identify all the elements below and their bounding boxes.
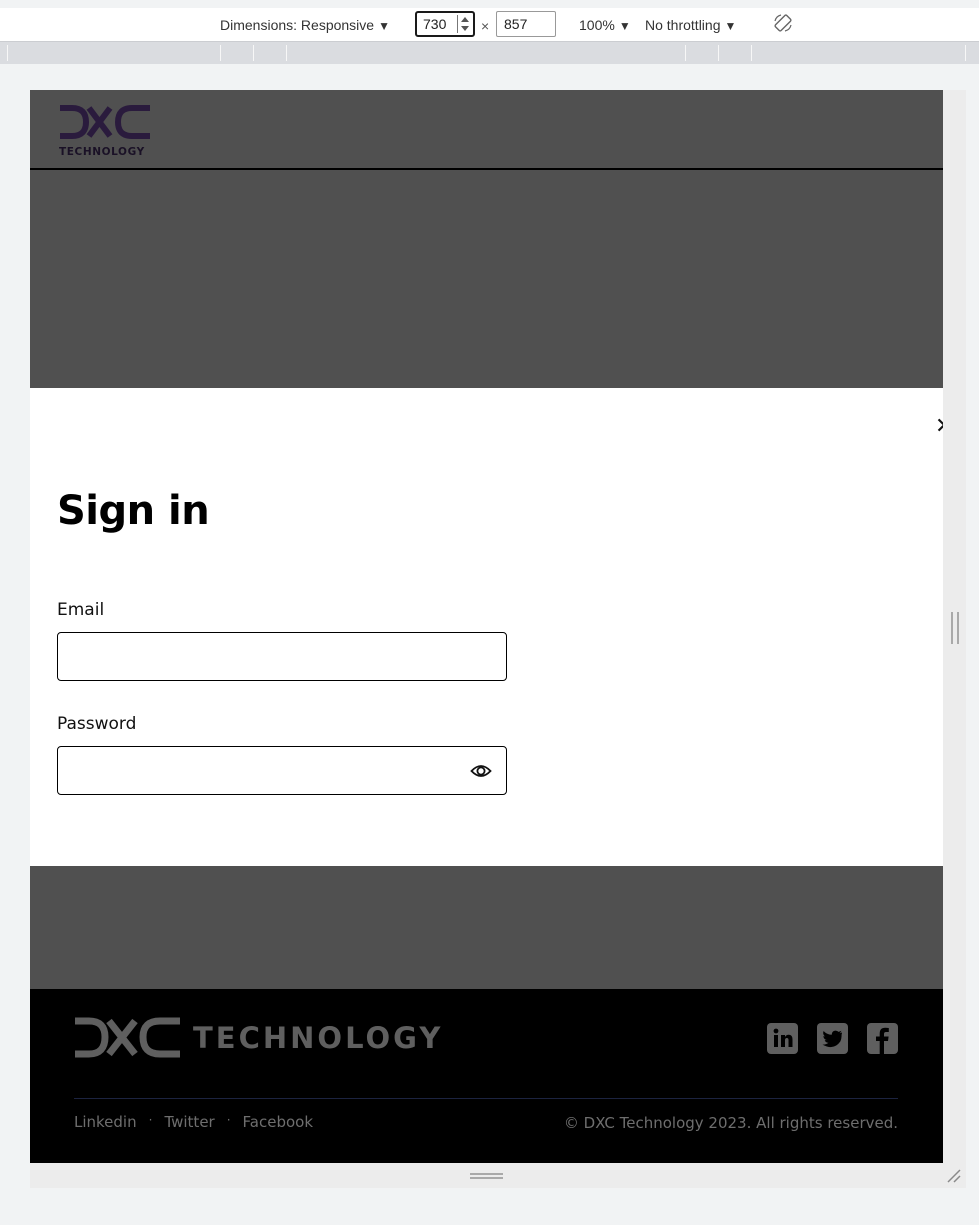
height-resize-handle[interactable] bbox=[470, 1173, 503, 1179]
page-title: Sign in bbox=[57, 488, 210, 534]
site-footer: TECHNOLOGY Linkedin · Twitter · Facebook © D… bbox=[30, 989, 943, 1163]
chevron-down-icon: ▼ bbox=[618, 19, 631, 33]
footer-link-linkedin[interactable]: Linkedin bbox=[74, 1113, 137, 1131]
twitter-icon[interactable] bbox=[817, 1023, 848, 1054]
link-separator: · bbox=[148, 1113, 153, 1127]
dxc-logo-icon[interactable]: TECHNOLOGY bbox=[58, 104, 152, 158]
close-icon[interactable]: ✕ bbox=[935, 416, 943, 436]
zoom-label: 100% bbox=[579, 17, 615, 33]
sign-in-modal: ✕ Sign in Email Password bbox=[30, 388, 943, 866]
password-field[interactable] bbox=[58, 747, 506, 794]
link-separator: · bbox=[226, 1113, 231, 1127]
copyright-text: © DXC Technology 2023. All rights reserv… bbox=[563, 1114, 898, 1132]
spinner-icon[interactable] bbox=[457, 15, 469, 33]
device-toolbar: Dimensions: Responsive ▼ 730 × 857 100% ▼ … bbox=[0, 0, 979, 42]
chevron-down-icon: ▼ bbox=[724, 19, 737, 33]
dimensions-label: Dimensions: Responsive bbox=[220, 17, 375, 33]
site-header: TECHNOLOGY bbox=[30, 90, 943, 170]
width-resize-handle[interactable] bbox=[951, 612, 959, 644]
throttling-label: No throttling bbox=[645, 17, 721, 33]
rotate-device-icon[interactable] bbox=[773, 13, 793, 33]
password-label: Password bbox=[57, 714, 137, 734]
times-sign: × bbox=[481, 18, 490, 34]
footer-links: Linkedin · Twitter · Facebook bbox=[74, 1113, 313, 1131]
logo-text: TECHNOLOGY bbox=[59, 146, 145, 158]
device-viewport: TECHNOLOGY ✕ Sign in Email Password TECH… bbox=[30, 90, 943, 1163]
footer-divider bbox=[74, 1098, 898, 1099]
dimensions-dropdown[interactable]: Dimensions: Responsive ▼ bbox=[220, 16, 390, 35]
footer-link-facebook[interactable]: Facebook bbox=[243, 1113, 313, 1131]
zoom-dropdown[interactable]: 100% ▼ bbox=[579, 16, 631, 35]
email-field-wrapper bbox=[57, 632, 507, 681]
email-label: Email bbox=[57, 600, 105, 620]
throttling-dropdown[interactable]: No throttling ▼ bbox=[645, 16, 736, 35]
corner-resize-icon[interactable] bbox=[946, 1168, 962, 1184]
width-input[interactable]: 730 bbox=[415, 11, 475, 37]
footer-link-twitter[interactable]: Twitter bbox=[164, 1113, 214, 1131]
linkedin-icon[interactable] bbox=[767, 1023, 798, 1054]
dxc-logo-icon[interactable] bbox=[74, 1017, 182, 1059]
facebook-icon[interactable] bbox=[867, 1023, 898, 1054]
height-input[interactable]: 857 bbox=[496, 11, 556, 37]
eye-icon[interactable] bbox=[470, 761, 492, 781]
chevron-down-icon: ▼ bbox=[378, 19, 390, 33]
footer-logo-text: TECHNOLOGY bbox=[193, 1021, 444, 1055]
email-field[interactable] bbox=[58, 633, 506, 680]
width-value: 730 bbox=[423, 16, 447, 32]
height-value: 857 bbox=[504, 16, 528, 32]
password-field-wrapper bbox=[57, 746, 507, 795]
media-query-bar[interactable] bbox=[0, 42, 979, 64]
